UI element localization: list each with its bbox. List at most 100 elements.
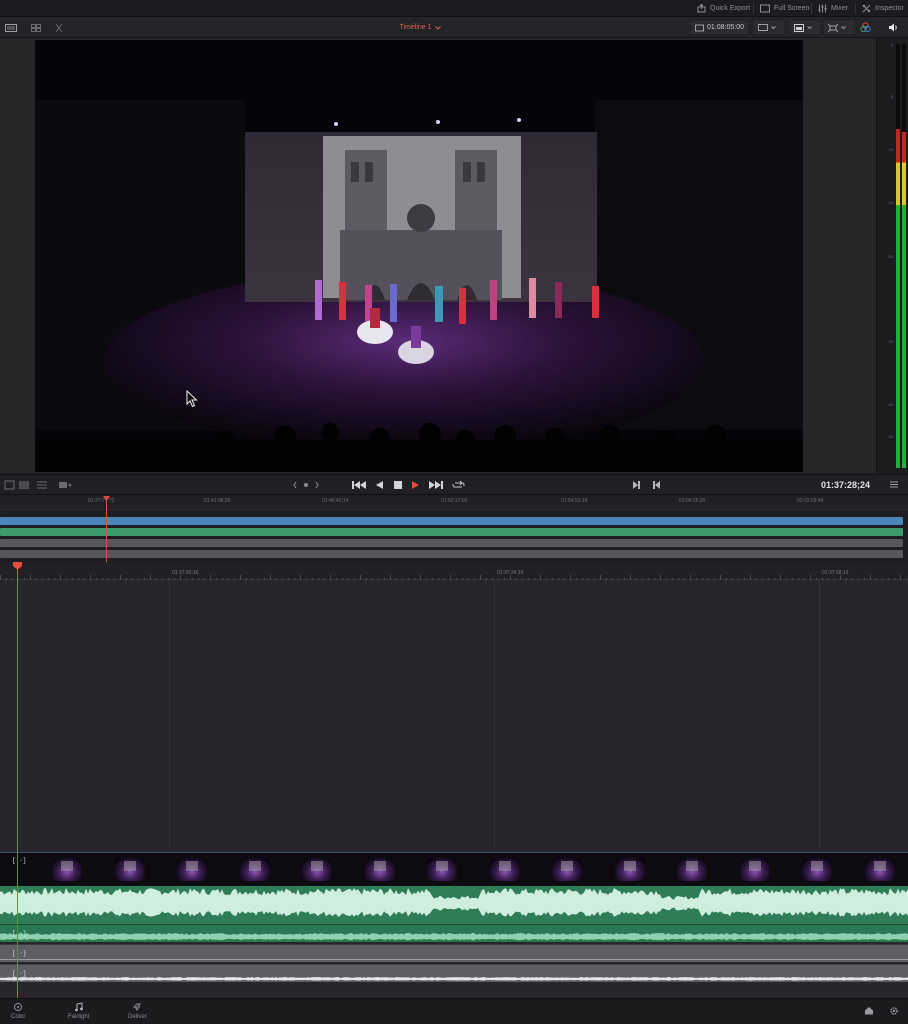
ruler-tick (306, 578, 307, 580)
replace-clip-icon[interactable] (36, 480, 48, 490)
ruler-tick (540, 575, 541, 580)
divider (811, 3, 812, 14)
overview-tick: 01:2?:??;?2 (88, 498, 115, 504)
ruler-tick (720, 575, 721, 580)
inspector-button[interactable]: Inspector (862, 2, 904, 15)
video-thumbnail (802, 858, 832, 881)
ruler-tick (180, 575, 181, 580)
ruler-tick (78, 578, 79, 580)
overview-video-track[interactable] (0, 517, 903, 525)
ruler-tick (486, 578, 487, 580)
jog-control[interactable] (293, 481, 319, 489)
overview-audio-track[interactable] (0, 539, 903, 547)
ruler-tick (84, 578, 85, 580)
ruler-tick (252, 578, 253, 580)
video-thumbnail (177, 858, 207, 881)
ruler-tick (378, 578, 379, 580)
mark-out-button[interactable] (652, 480, 661, 490)
overwrite-clip-icon[interactable] (18, 480, 30, 490)
output-dropdown[interactable] (790, 21, 820, 34)
ruler-tick (30, 575, 31, 580)
ruler-tick (384, 578, 385, 580)
ruler-tick (390, 575, 391, 580)
upper-timeline-overview[interactable]: 01:2?:??;?2 01:41:08;26 01:46:42;14 01:5… (0, 496, 908, 562)
divider (753, 3, 754, 14)
playhead[interactable] (17, 566, 18, 998)
audio-clip-main[interactable] (0, 886, 908, 924)
go-to-start-button[interactable] (352, 480, 366, 490)
overview-playhead[interactable] (106, 496, 107, 562)
ruler-tick (696, 578, 697, 580)
ruler-tick (822, 578, 823, 580)
loop-button[interactable] (452, 479, 465, 491)
ruler-tick (636, 578, 637, 580)
ruler-tick (726, 578, 727, 580)
video-thumbnail (240, 858, 270, 881)
play-reverse-button[interactable] (375, 480, 384, 490)
ruler-tick (780, 575, 781, 580)
video-thumbnail (52, 858, 82, 881)
ruler-tick (654, 578, 655, 580)
playhead-handle[interactable] (13, 562, 22, 571)
audio-clip-grey[interactable]: [··] (0, 944, 908, 962)
ruler-tick (546, 578, 547, 580)
ruler-tick (276, 578, 277, 580)
viewer-size-dropdown[interactable] (754, 21, 784, 34)
stop-button[interactable] (394, 481, 402, 489)
video-clip[interactable]: [··] (0, 852, 908, 886)
ruler-tick (264, 578, 265, 580)
speaker-icon[interactable] (886, 21, 900, 34)
audio-clip-secondary[interactable]: [··] (0, 924, 908, 942)
clip-icon (695, 24, 704, 31)
mixer-label: Mixer (831, 5, 849, 12)
place-on-top-icon[interactable] (58, 480, 72, 490)
deliver-page-button[interactable]: Deliver (128, 1002, 147, 1020)
ruler-tick (6, 578, 7, 580)
clip-link-icon: [··] (12, 950, 27, 957)
ruler-tick (828, 578, 829, 580)
insert-clip-icon[interactable] (3, 480, 15, 490)
mouse-cursor-icon (186, 390, 198, 408)
ruler-tick (372, 578, 373, 580)
audio-clip-grey[interactable]: [··] (0, 964, 908, 982)
video-thumbnail (365, 858, 395, 881)
transform-dropdown[interactable] (824, 21, 854, 34)
overview-audio-track[interactable] (0, 528, 903, 536)
inspector-icon (862, 4, 871, 13)
ruler-tick (678, 578, 679, 580)
timecode-display[interactable]: 01:08:05:00 (691, 21, 748, 34)
ruler-tick (228, 578, 229, 580)
video-thumbnail (552, 858, 582, 881)
meter-left-channel (896, 44, 900, 468)
go-to-end-button[interactable] (429, 480, 443, 490)
ruler-tick (204, 578, 205, 580)
full-screen-button[interactable]: Full Screen (760, 2, 809, 15)
keyboard-icon[interactable] (4, 21, 18, 34)
timeline-selector[interactable]: Timeline 1 (380, 21, 460, 34)
video-frame[interactable] (35, 40, 803, 472)
ruler-tick (774, 578, 775, 580)
overview-audio-track[interactable] (0, 550, 903, 558)
cut-tool-icon[interactable] (53, 21, 65, 34)
ruler-tick (360, 575, 361, 580)
home-icon[interactable] (864, 1006, 874, 1015)
quick-export-button[interactable]: Quick Export (697, 2, 750, 15)
timeline-panel[interactable]: 01:37:20;16 01:37:24;16 01:37:28;16 [··]… (0, 562, 908, 998)
ruler-tick (588, 578, 589, 580)
audio-waveform (0, 888, 908, 917)
grid-view-icon[interactable] (30, 21, 42, 34)
overview-ruler[interactable]: 01:2?:??;?2 01:41:08;26 01:46:42;14 01:5… (0, 496, 908, 510)
menu-icon[interactable] (890, 481, 898, 488)
overview-playhead-handle[interactable] (103, 496, 110, 502)
ruler-tick (744, 578, 745, 580)
ruler-tick (852, 578, 853, 580)
mark-in-button[interactable] (632, 480, 641, 490)
ruler-tick (612, 578, 613, 580)
mixer-button[interactable]: Mixer (818, 2, 848, 15)
play-button[interactable] (411, 480, 420, 490)
viewer-timecode: 01:08:05:00 (707, 24, 744, 31)
fairlight-page-button[interactable]: Fairlight (68, 1002, 89, 1020)
settings-gear-icon[interactable] (889, 1006, 899, 1016)
color-wheel-icon[interactable] (858, 21, 872, 34)
color-page-button[interactable]: Color (11, 1002, 25, 1020)
